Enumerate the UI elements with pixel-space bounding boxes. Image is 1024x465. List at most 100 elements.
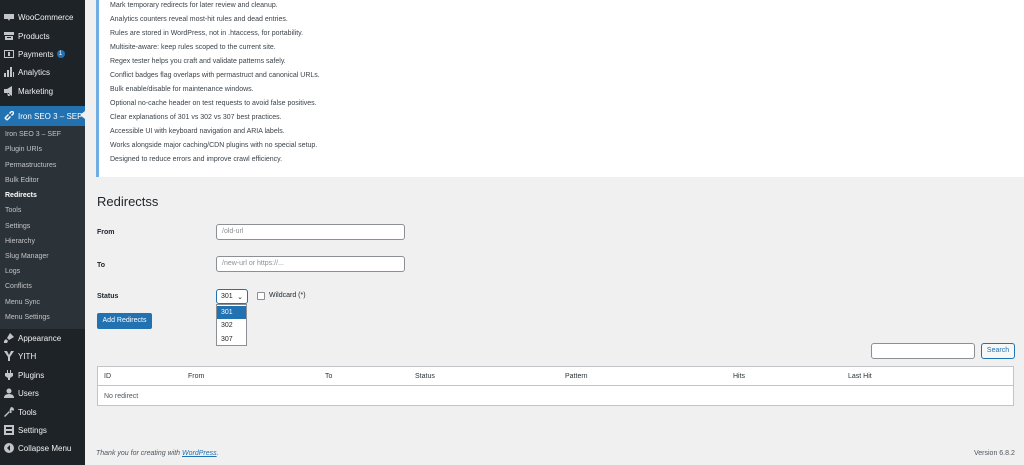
link-icon — [4, 111, 14, 121]
submenu-item-menu-sync[interactable]: Menu Sync — [5, 298, 40, 308]
main-content: Mark temporary redirects for later revie… — [85, 0, 1024, 465]
footer-thanks: Thank you for creating with WordPress. — [96, 450, 219, 457]
from-field[interactable]: /old-url — [216, 224, 405, 240]
feature-notice: Mark temporary redirects for later revie… — [96, 0, 1024, 177]
menu-label: Payments — [18, 49, 54, 59]
footer-thanks-period: . — [216, 450, 219, 457]
menu-label: Analytics — [18, 67, 51, 77]
footer-version: Version 6.8.2 — [974, 450, 1015, 457]
search-button[interactable]: Search — [981, 343, 1015, 359]
plugin-icon — [4, 370, 14, 380]
admin-sidebar: WooCommerce Products Payments 1 Analytic… — [0, 0, 85, 465]
submenu-item-logs[interactable]: Logs — [5, 267, 20, 277]
status-label: Status — [97, 293, 119, 300]
menu-label: Settings — [18, 425, 47, 435]
notice-line: Multisite-aware: keep rules scoped to th… — [110, 44, 276, 51]
collapse-icon — [4, 443, 14, 453]
notice-line: Rules are stored in WordPress, not in .h… — [110, 30, 304, 37]
column-header-status: Status — [415, 373, 435, 380]
status-dropdown-list: 301 302 307 — [216, 304, 247, 346]
chart-bar-icon — [4, 67, 14, 77]
submenu-item-hierarchy[interactable]: Hierarchy — [5, 237, 35, 247]
submenu-item-permastructures[interactable]: Permastructures — [5, 161, 56, 171]
notice-line: Mark temporary redirects for later revie… — [110, 2, 278, 9]
submenu-item-bulk-editor[interactable]: Bulk Editor — [5, 176, 39, 186]
redirects-table: ID From To Status Pattern Hits Last Hit … — [97, 366, 1014, 406]
notice-line: Regex tester helps you craft and validat… — [110, 58, 286, 65]
chevron-down-icon: ⌄ — [237, 294, 243, 301]
empty-table-message: No redirect — [104, 393, 139, 400]
woocommerce-icon — [4, 12, 14, 22]
submenu-item-tools[interactable]: Tools — [5, 206, 21, 216]
brush-icon — [4, 333, 14, 343]
menu-marketing[interactable]: Marketing — [0, 82, 85, 100]
payments-count-badge: 1 — [56, 50, 65, 58]
menu-analytics[interactable]: Analytics — [0, 63, 85, 81]
footer-thanks-text: Thank you for creating with — [96, 450, 182, 457]
archive-icon — [4, 31, 14, 41]
menu-label: Appearance — [18, 333, 62, 343]
wildcard-label: Wildcard (*) — [269, 292, 306, 299]
column-header-pattern: Pattern — [565, 373, 588, 380]
column-header-from: From — [188, 373, 205, 380]
notice-line: Accessible UI with keyboard navigation a… — [110, 128, 285, 135]
status-selected-value: 301 — [221, 293, 233, 300]
status-option-307[interactable]: 307 — [217, 333, 246, 346]
megaphone-icon — [4, 86, 14, 96]
wildcard-checkbox[interactable] — [257, 292, 265, 300]
menu-label: WooCommerce — [18, 12, 74, 22]
submenu-item-slug-manager[interactable]: Slug Manager — [5, 252, 49, 262]
notice-line: Conflict badges flag overlaps with perma… — [110, 72, 320, 79]
menu-users[interactable]: Users — [0, 384, 85, 402]
add-redirects-button[interactable]: Add Redirects — [97, 313, 152, 329]
user-icon — [4, 388, 14, 398]
menu-yith[interactable]: YITH — [0, 347, 85, 365]
column-header-last-hit: Last Hit — [848, 373, 872, 380]
notice-line: Works alongside major caching/CDN plugin… — [110, 142, 318, 149]
menu-label: YITH — [18, 351, 37, 361]
column-header-to: To — [325, 373, 333, 380]
status-option-302[interactable]: 302 — [217, 319, 246, 332]
submenu-item-plugin-uris[interactable]: Plugin URIs — [5, 145, 42, 155]
submenu-item-redirects[interactable]: Redirects — [5, 191, 37, 201]
menu-woocommerce[interactable]: WooCommerce — [0, 8, 85, 26]
iron-seo-submenu: Iron SEO 3 – SEF Plugin URIs Permastruct… — [0, 126, 85, 329]
from-label: From — [97, 229, 115, 236]
notice-line: Designed to reduce errors and improve cr… — [110, 156, 283, 163]
menu-label: Marketing — [18, 86, 54, 96]
table-header: ID From To Status Pattern Hits Last Hit — [98, 367, 1013, 386]
menu-products[interactable]: Products — [0, 27, 85, 45]
menu-label: Iron SEO 3 – SEF — [18, 111, 83, 121]
wordpress-link[interactable]: WordPress — [182, 450, 217, 457]
page-title: Redirectss — [97, 194, 159, 209]
menu-appearance[interactable]: Appearance — [0, 329, 85, 347]
submenu-item-settings[interactable]: Settings — [5, 222, 30, 232]
menu-settings[interactable]: Settings — [0, 421, 85, 439]
menu-label: Users — [18, 388, 39, 398]
notice-line: Optional no-cache header on test request… — [110, 100, 317, 107]
notice-line: Analytics counters reveal most-hit rules… — [110, 16, 288, 23]
search-input[interactable] — [871, 343, 975, 359]
menu-label: Collapse Menu — [18, 443, 72, 453]
status-select[interactable]: 301 ⌄ — [216, 289, 248, 304]
settings-icon — [4, 425, 14, 435]
menu-label: Plugins — [18, 370, 45, 380]
menu-collapse[interactable]: Collapse Menu — [0, 439, 85, 457]
menu-plugins[interactable]: Plugins — [0, 366, 85, 384]
submenu-item-iron-seo[interactable]: Iron SEO 3 – SEF — [5, 130, 61, 140]
menu-payments[interactable]: Payments 1 — [0, 45, 85, 63]
column-header-id: ID — [104, 373, 111, 380]
notice-line: Clear explanations of 301 vs 302 vs 307 … — [110, 114, 282, 121]
to-label: To — [97, 262, 106, 269]
column-header-hits: Hits — [733, 373, 746, 380]
notice-line: Bulk enable/disable for maintenance wind… — [110, 86, 254, 93]
to-field[interactable]: /new-url or https://... — [216, 256, 405, 272]
submenu-item-menu-settings[interactable]: Menu Settings — [5, 313, 50, 323]
status-option-301[interactable]: 301 — [217, 306, 246, 319]
yith-icon — [4, 351, 14, 361]
menu-label: Tools — [18, 407, 37, 417]
menu-label: Products — [18, 31, 50, 41]
menu-iron-seo[interactable]: Iron SEO 3 – SEF — [0, 106, 85, 126]
submenu-item-conflicts[interactable]: Conflicts — [5, 282, 32, 292]
menu-tools[interactable]: Tools — [0, 403, 85, 421]
